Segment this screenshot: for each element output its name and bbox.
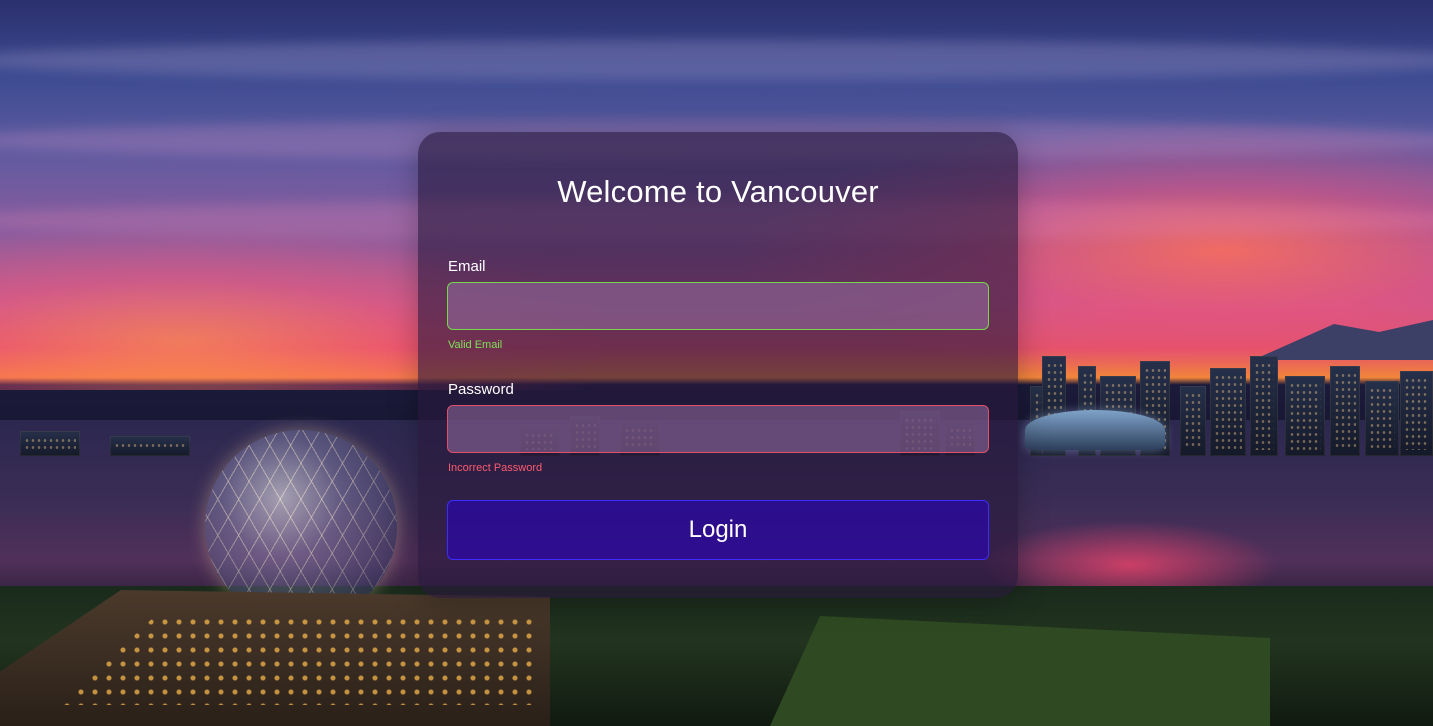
tower xyxy=(1365,381,1399,456)
tower xyxy=(20,431,80,456)
cloud-band xyxy=(0,40,1433,80)
tower xyxy=(110,436,190,456)
password-feedback: Incorrect Password xyxy=(448,462,543,474)
stadium xyxy=(1025,410,1165,450)
password-label: Password xyxy=(448,381,514,398)
card-title: Welcome to Vancouver xyxy=(557,174,879,209)
tower xyxy=(1210,368,1246,456)
email-field[interactable] xyxy=(447,282,989,330)
tower xyxy=(1250,356,1278,456)
email-label: Email xyxy=(448,258,486,275)
email-feedback: Valid Email xyxy=(448,339,503,351)
tower xyxy=(1330,366,1360,456)
login-card: Welcome to Vancouver Email Valid Email P… xyxy=(418,132,1018,598)
tower xyxy=(1285,376,1325,456)
login-button[interactable]: Login xyxy=(447,500,989,560)
tower xyxy=(1400,371,1433,456)
tower xyxy=(1180,386,1206,456)
background-photo: Welcome to Vancouver Email Valid Email P… xyxy=(0,0,1433,726)
password-field[interactable] xyxy=(447,405,989,453)
